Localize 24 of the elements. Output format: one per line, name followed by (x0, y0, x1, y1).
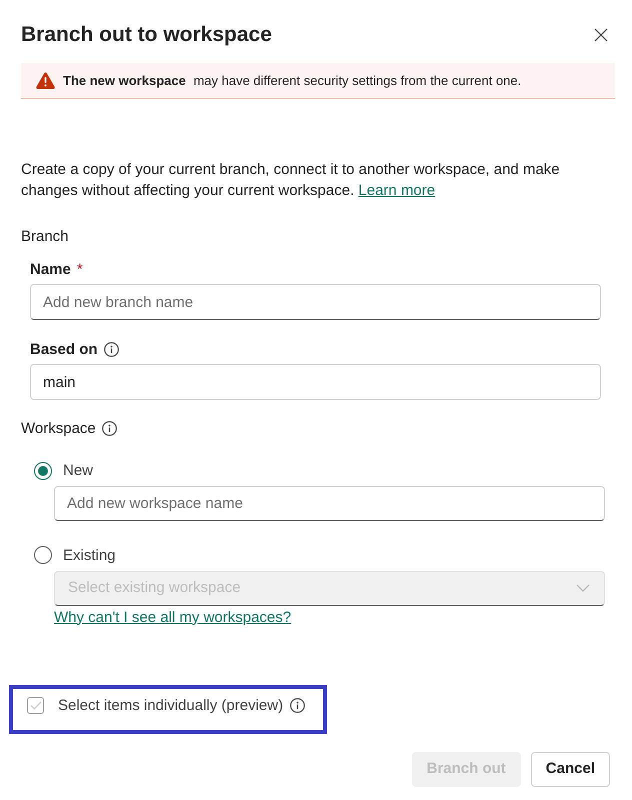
radio-label[interactable]: New (63, 460, 94, 481)
workspace-name-field[interactable]: Add new workspace name (54, 486, 605, 521)
close-icon[interactable] (594, 28, 608, 42)
info-icon[interactable] (290, 698, 306, 713)
radio-button[interactable] (34, 462, 52, 480)
help-link[interactable]: Why can't I see all my workspaces? (54, 608, 292, 628)
description-text: Create a copy of your current branch, connect it to another workspace, and make changes without affecting your current workspace. Learn more (21, 160, 561, 201)
learn-more-link[interactable]: Learn more (358, 182, 436, 199)
info-icon[interactable] (102, 421, 117, 436)
section-heading: Branch (21, 227, 70, 247)
warning-message: The new workspace may have different security settings from the current one. (63, 72, 522, 90)
warning-icon (36, 72, 55, 89)
info-icon[interactable] (104, 342, 119, 357)
checkbox-label[interactable]: Select items individually (preview) (58, 695, 284, 716)
based-on-field[interactable]: main (30, 364, 601, 400)
section-heading: Workspace (21, 419, 96, 439)
branch-name-field[interactable]: Add new branch name (30, 284, 601, 320)
field-label: Based on (30, 340, 98, 360)
required-mark: * (76, 260, 83, 280)
dialog-title: Branch out to workspace (21, 22, 272, 48)
cancel-button[interactable]: Cancel (530, 752, 610, 786)
checkbox[interactable] (27, 697, 44, 714)
field-label: Name (30, 260, 71, 280)
chevron-down-icon (576, 584, 590, 592)
